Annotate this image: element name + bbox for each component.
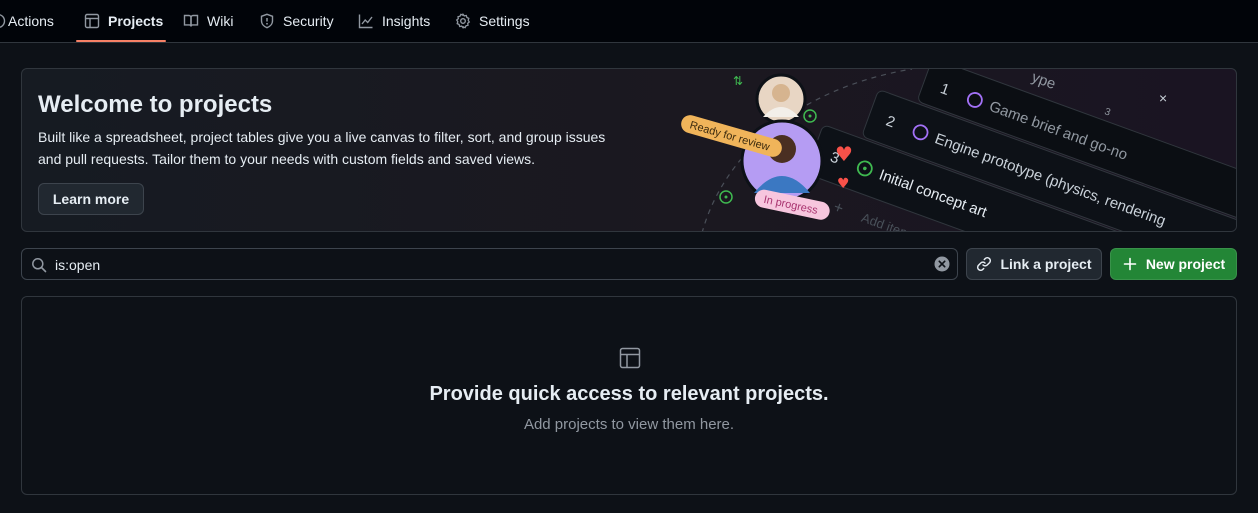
tab-projects[interactable]: Projects: [84, 0, 163, 42]
heart-icon: ♥: [835, 142, 853, 166]
add-item-text: Add item: [860, 210, 913, 232]
tab-label: Insights: [382, 13, 431, 29]
link-icon: [977, 256, 992, 272]
row-text-extra: ype: [1029, 69, 1058, 93]
tab-label: Projects: [108, 13, 164, 29]
new-project-label: New project: [1145, 256, 1226, 272]
heart-icon: ♥: [837, 176, 850, 192]
project-filter-input[interactable]: is:open: [21, 248, 958, 280]
close-icon: ×: [1159, 90, 1167, 106]
project-table-illustration: 1 Game brief and go-no ype 3 2 Engine pr…: [806, 69, 1236, 232]
tab-actions[interactable]: Actions: [0, 0, 54, 42]
welcome-banner: Welcome to projects Built like a spreads…: [21, 68, 1237, 232]
tab-label: Wiki: [207, 13, 234, 29]
tab-security[interactable]: Security: [259, 0, 334, 42]
avatar-head: [772, 84, 790, 102]
table-icon: [84, 13, 100, 29]
tab-wiki[interactable]: Wiki: [183, 0, 233, 42]
empty-state-panel: Provide quick access to relevant project…: [21, 296, 1237, 495]
pull-request-icon: ⇅: [733, 74, 743, 88]
tab-label: Security: [283, 13, 334, 29]
filter-query[interactable]: is:open: [55, 257, 100, 273]
tab-label: Settings: [479, 13, 530, 29]
new-project-button[interactable]: New project: [1110, 248, 1237, 280]
tab-insights[interactable]: Insights: [358, 0, 430, 42]
projects-illustration: 1 Game brief and go-no ype 3 2 Engine pr…: [681, 69, 1236, 232]
empty-state-subtitle: Add projects to view them here.: [523, 416, 735, 433]
learn-more-button[interactable]: Learn more: [38, 183, 144, 215]
row-count-badge: 3: [1103, 106, 1112, 118]
search-icon: [32, 258, 47, 273]
tab-label: Actions: [8, 13, 54, 29]
graph-icon: [358, 14, 373, 29]
banner-title: Welcome to projects: [38, 91, 273, 118]
active-tab-indicator: [76, 40, 166, 42]
table-icon: [619, 347, 641, 369]
book-icon: [183, 14, 199, 27]
clear-icon[interactable]: [934, 256, 950, 272]
link-project-button[interactable]: Link a project: [966, 248, 1102, 280]
empty-state-title: Provide quick access to relevant project…: [429, 383, 829, 405]
open-issue-dot: [808, 114, 812, 118]
play-icon: [0, 14, 6, 28]
plus-icon: +: [831, 199, 846, 218]
open-issue-dot: [724, 195, 728, 199]
repo-nav: Actions Projects Wiki Security Insights …: [0, 0, 1258, 43]
tab-settings[interactable]: Settings: [455, 0, 530, 42]
shield-icon: [260, 13, 274, 29]
link-project-label: Link a project: [1000, 256, 1092, 272]
plus-icon: [1123, 257, 1137, 271]
banner-description: Built like a spreadsheet, project tables…: [38, 129, 606, 167]
gear-icon: [455, 13, 471, 29]
